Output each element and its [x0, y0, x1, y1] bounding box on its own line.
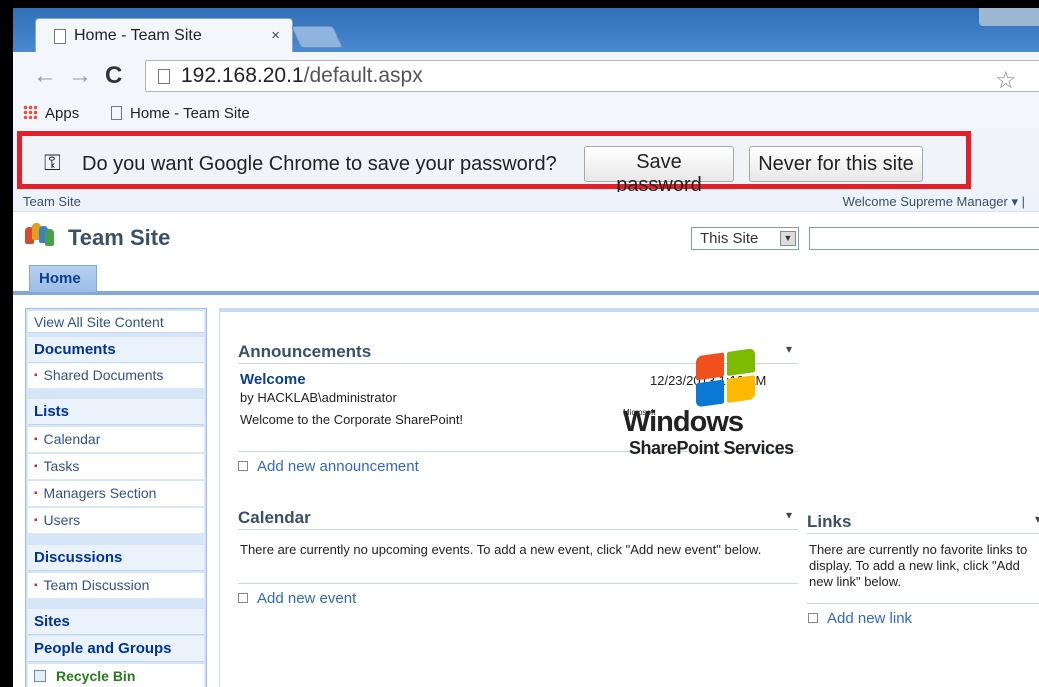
- announcements-title[interactable]: Announcements: [238, 342, 371, 361]
- breadcrumb[interactable]: Team Site: [23, 194, 81, 209]
- page-icon: [54, 29, 66, 44]
- welcome-menu[interactable]: Welcome Supreme Manager ▾ |: [843, 194, 1025, 210]
- links-title[interactable]: Links: [807, 512, 851, 531]
- add-event-label: Add new event: [257, 590, 357, 607]
- window-controls[interactable]: [979, 8, 1039, 26]
- announcement-body: Welcome to the Corporate SharePoint!: [240, 412, 464, 427]
- save-password-button[interactable]: Save password: [584, 146, 734, 196]
- search-scope-select[interactable]: This Site ▼: [691, 227, 799, 250]
- links-empty-message: There are currently no favorite links to…: [809, 542, 1028, 589]
- bookmark-star-icon[interactable]: ☆: [995, 66, 1017, 95]
- tab-title: Home - Team Site: [74, 27, 202, 44]
- sidebar-header-discussions[interactable]: Discussions: [28, 545, 204, 571]
- quick-launch: View All Site Content Documents Shared D…: [25, 308, 207, 687]
- browser-tab[interactable]: Home - Team Site ×: [35, 18, 293, 52]
- sidebar-item-managers-section[interactable]: Managers Section: [28, 481, 204, 507]
- calendar-webpart: Calendar ▾ There are currently no upcomin…: [238, 508, 798, 584]
- site-logo-icon: [25, 221, 55, 247]
- add-new-event-link[interactable]: Add new event: [238, 590, 356, 607]
- sidebar-header-lists[interactable]: Lists: [28, 399, 204, 425]
- apps-grid-icon: [23, 105, 37, 119]
- sharepoint-services-wordmark: SharePoint Services: [629, 438, 794, 458]
- url-text: 192.168.20.1/default.aspx: [181, 64, 423, 88]
- add-icon: [808, 613, 818, 623]
- add-announcement-label: Add new announcement: [257, 458, 419, 475]
- apps-shortcut[interactable]: Apps: [23, 105, 79, 122]
- never-for-this-site-button[interactable]: Never for this site: [749, 146, 923, 182]
- reload-icon[interactable]: C: [105, 62, 122, 90]
- new-tab-button[interactable]: [290, 26, 344, 48]
- add-new-link-link[interactable]: Add new link: [808, 610, 912, 627]
- page-icon: [111, 106, 122, 120]
- sharepoint-page: Team Site Welcome Supreme Manager ▾ | Te…: [13, 192, 1039, 687]
- recycle-bin-icon: [34, 670, 46, 682]
- webpart-title: Links ▾: [807, 512, 1039, 534]
- address-bar[interactable]: 192.168.20.1/default.aspx: [145, 60, 1039, 92]
- announcement-author: by HACKLAB\administrator: [240, 390, 397, 405]
- recycle-bin-label: Recycle Bin: [56, 668, 136, 684]
- search-input[interactable]: [809, 227, 1039, 250]
- bookmark-home-team-site[interactable]: Home - Team Site: [111, 105, 250, 122]
- view-all-site-content[interactable]: View All Site Content: [28, 311, 204, 333]
- webpart-menu-icon[interactable]: ▾: [1035, 512, 1039, 526]
- webpart-title: Calendar ▾: [238, 508, 798, 530]
- calendar-empty-message: There are currently no upcoming events. …: [240, 542, 762, 557]
- key-icon: ⚿: [44, 150, 61, 175]
- sidebar-item-shared-documents[interactable]: Shared Documents: [28, 363, 204, 389]
- screen: Home - Team Site × ← → C 192.168.20.1/de…: [0, 0, 1039, 687]
- add-icon: [238, 461, 248, 471]
- search-scope-value: This Site: [700, 230, 759, 247]
- windows-wordmark: Windows: [623, 406, 744, 438]
- sidebar-item-calendar[interactable]: Calendar: [28, 427, 204, 453]
- back-icon[interactable]: ←: [33, 62, 57, 90]
- recycle-bin-link[interactable]: Recycle Bin: [28, 664, 204, 687]
- add-link-label: Add new link: [827, 610, 913, 627]
- chevron-down-icon[interactable]: ▼: [780, 231, 796, 246]
- calendar-title[interactable]: Calendar: [238, 508, 311, 527]
- bookmarks-bar: Apps Home - Team Site: [13, 102, 1039, 128]
- add-new-announcement-link[interactable]: Add new announcement: [238, 458, 419, 475]
- password-question: Do you want Google Chrome to save your p…: [82, 153, 557, 175]
- url-path: /default.aspx: [303, 64, 423, 87]
- browser-toolbar: ← → C 192.168.20.1/default.aspx: [13, 52, 1039, 102]
- sidebar-item-tasks[interactable]: Tasks: [28, 454, 204, 480]
- sidebar-header-documents[interactable]: Documents: [28, 337, 204, 363]
- add-icon: [238, 593, 248, 603]
- global-breadcrumb-bar: Team Site Welcome Supreme Manager ▾ |: [13, 192, 1039, 212]
- bookmark-label: Home - Team Site: [130, 105, 250, 122]
- forward-icon[interactable]: →: [68, 62, 92, 90]
- tab-strip: Home - Team Site ×: [13, 8, 1039, 52]
- sidebar-item-users[interactable]: Users: [28, 508, 204, 534]
- sidebar-item-team-discussion[interactable]: Team Discussion: [28, 573, 204, 599]
- sidebar-header-people-and-groups[interactable]: People and Groups: [28, 636, 204, 662]
- webpart-menu-icon[interactable]: ▾: [786, 508, 792, 522]
- site-title[interactable]: Team Site: [68, 225, 170, 251]
- sidebar-header-sites[interactable]: Sites: [28, 609, 204, 635]
- url-host: 192.168.20.1: [181, 64, 304, 87]
- windows-flag-icon: [696, 348, 758, 411]
- save-password-infobar: ⚿ Do you want Google Chrome to save your…: [13, 128, 1039, 196]
- tab-home[interactable]: Home: [29, 265, 97, 293]
- highlight-box: ⚿ Do you want Google Chrome to save your…: [17, 131, 971, 196]
- top-navigation: Home: [13, 265, 1039, 295]
- links-webpart: Links ▾ There are currently no favorite l…: [807, 512, 1039, 604]
- browser-window: Home - Team Site × ← → C 192.168.20.1/de…: [13, 8, 1039, 687]
- page-icon: [158, 69, 170, 84]
- tab-close-icon[interactable]: ×: [271, 27, 280, 44]
- windows-sharepoint-services-logo: Microsoft Windows SharePoint Services: [623, 348, 823, 462]
- announcement-title-link[interactable]: Welcome: [240, 372, 306, 388]
- apps-label: Apps: [45, 105, 80, 122]
